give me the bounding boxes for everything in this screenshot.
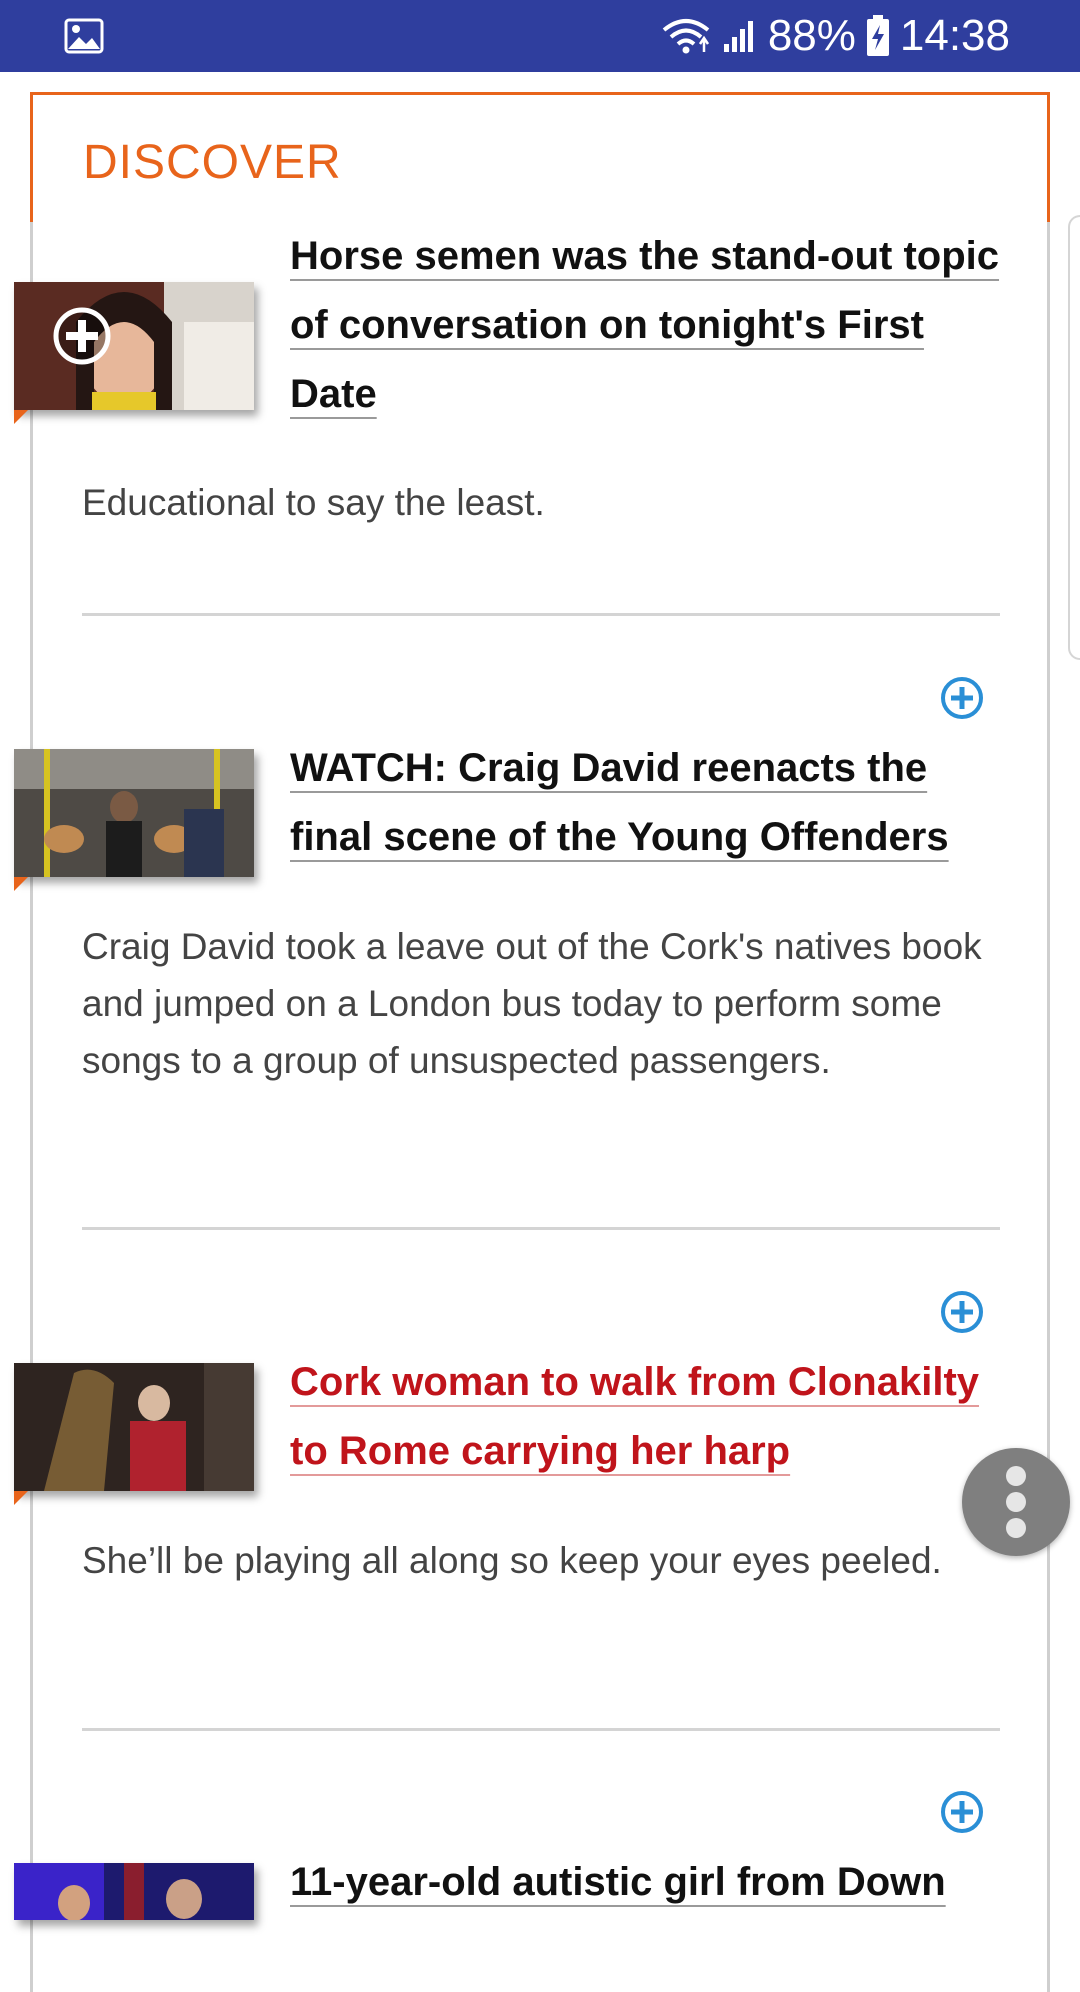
more-options-button[interactable] [962,1448,1070,1556]
clock: 14:38 [899,11,1010,60]
discover-header: DISCOVER [30,92,1050,222]
signal-icon [723,21,753,52]
article-headline[interactable]: 11-year-old autistic girl from Down [290,1848,1010,1917]
article-image [14,749,254,877]
more-icon-dot [1006,1492,1026,1512]
article-image [14,1363,254,1491]
add-icon[interactable] [940,676,984,720]
divider [82,1227,1000,1230]
article-headline[interactable]: WATCH: Craig David reenacts the final sc… [290,734,1010,872]
section-title: DISCOVER [83,136,342,189]
more-icon-dot [1006,1466,1026,1486]
article-summary: She’ll be playing all along so keep your… [82,1540,942,1581]
article-image [14,282,254,410]
article-summary: Educational to say the least. [82,482,545,523]
status-bar: 88% 14:38 [0,0,1080,72]
divider [82,1728,1000,1731]
article-thumbnail[interactable] [14,1863,254,1920]
thumbnail-corner-marker [14,410,28,424]
article-image [14,1863,254,1920]
wifi-icon [662,19,710,54]
battery-charging-icon [866,15,889,56]
divider [82,613,1000,616]
thumbnail-corner-marker [14,877,28,891]
article-headline[interactable]: Horse semen was the stand-out topic of c… [290,222,1010,429]
battery-percentage: 88% [767,11,856,60]
add-icon[interactable] [940,1790,984,1834]
article-thumbnail[interactable] [14,749,254,877]
article-headline[interactable]: Cork woman to walk from Clonakilty to Ro… [290,1348,1010,1486]
add-icon[interactable] [940,1290,984,1334]
add-icon[interactable] [52,306,112,366]
article-thumbnail[interactable] [14,282,254,410]
thumbnail-corner-marker [14,1491,28,1505]
article-thumbnail[interactable] [14,1363,254,1491]
gallery-icon [64,18,104,54]
scrollbar[interactable] [1068,215,1080,660]
article-summary: Craig David took a leave out of the Cork… [82,926,982,1081]
more-icon-dot [1006,1518,1026,1538]
